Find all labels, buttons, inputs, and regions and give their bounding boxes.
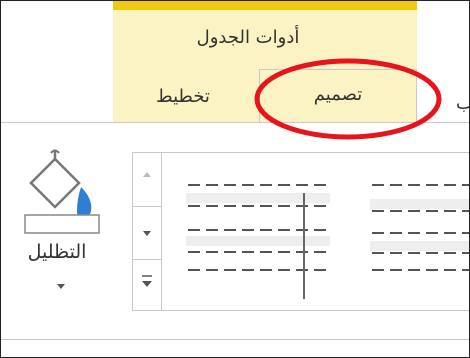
annotation-highlight-circle xyxy=(254,58,442,140)
context-color-bar xyxy=(113,1,417,10)
gallery-scrollbar[interactable] xyxy=(132,152,162,311)
shaded-row xyxy=(370,199,469,209)
shaded-row xyxy=(186,236,330,246)
shading-label: التظليل xyxy=(27,241,87,263)
chevron-down-icon xyxy=(143,231,151,236)
paint-bucket-icon xyxy=(24,149,100,234)
shaded-row xyxy=(186,193,330,203)
ribbon-bottom-border xyxy=(1,339,469,340)
chevron-up-icon xyxy=(143,172,151,177)
context-group-title: أدوات الجدول xyxy=(196,27,300,48)
gallery-scroll-down-button[interactable] xyxy=(133,207,161,259)
word-ribbon-frame: أدوات الجدول تخطيط تصميم ب التظليل xyxy=(0,0,470,358)
table-styles-gallery xyxy=(162,152,470,311)
shaded-row xyxy=(370,241,469,251)
gallery-scroll-up-button[interactable] xyxy=(133,153,161,205)
tab-layout[interactable]: تخطيط xyxy=(113,73,253,121)
table-style-thumbnails xyxy=(186,184,470,299)
gallery-more-button[interactable] xyxy=(133,260,161,312)
tab-cut-off[interactable]: ب xyxy=(456,93,469,114)
expand-gallery-icon xyxy=(142,275,152,287)
table-style-option-2[interactable] xyxy=(372,184,470,271)
shading-button[interactable]: التظليل xyxy=(7,141,111,307)
chevron-down-icon xyxy=(57,284,65,289)
